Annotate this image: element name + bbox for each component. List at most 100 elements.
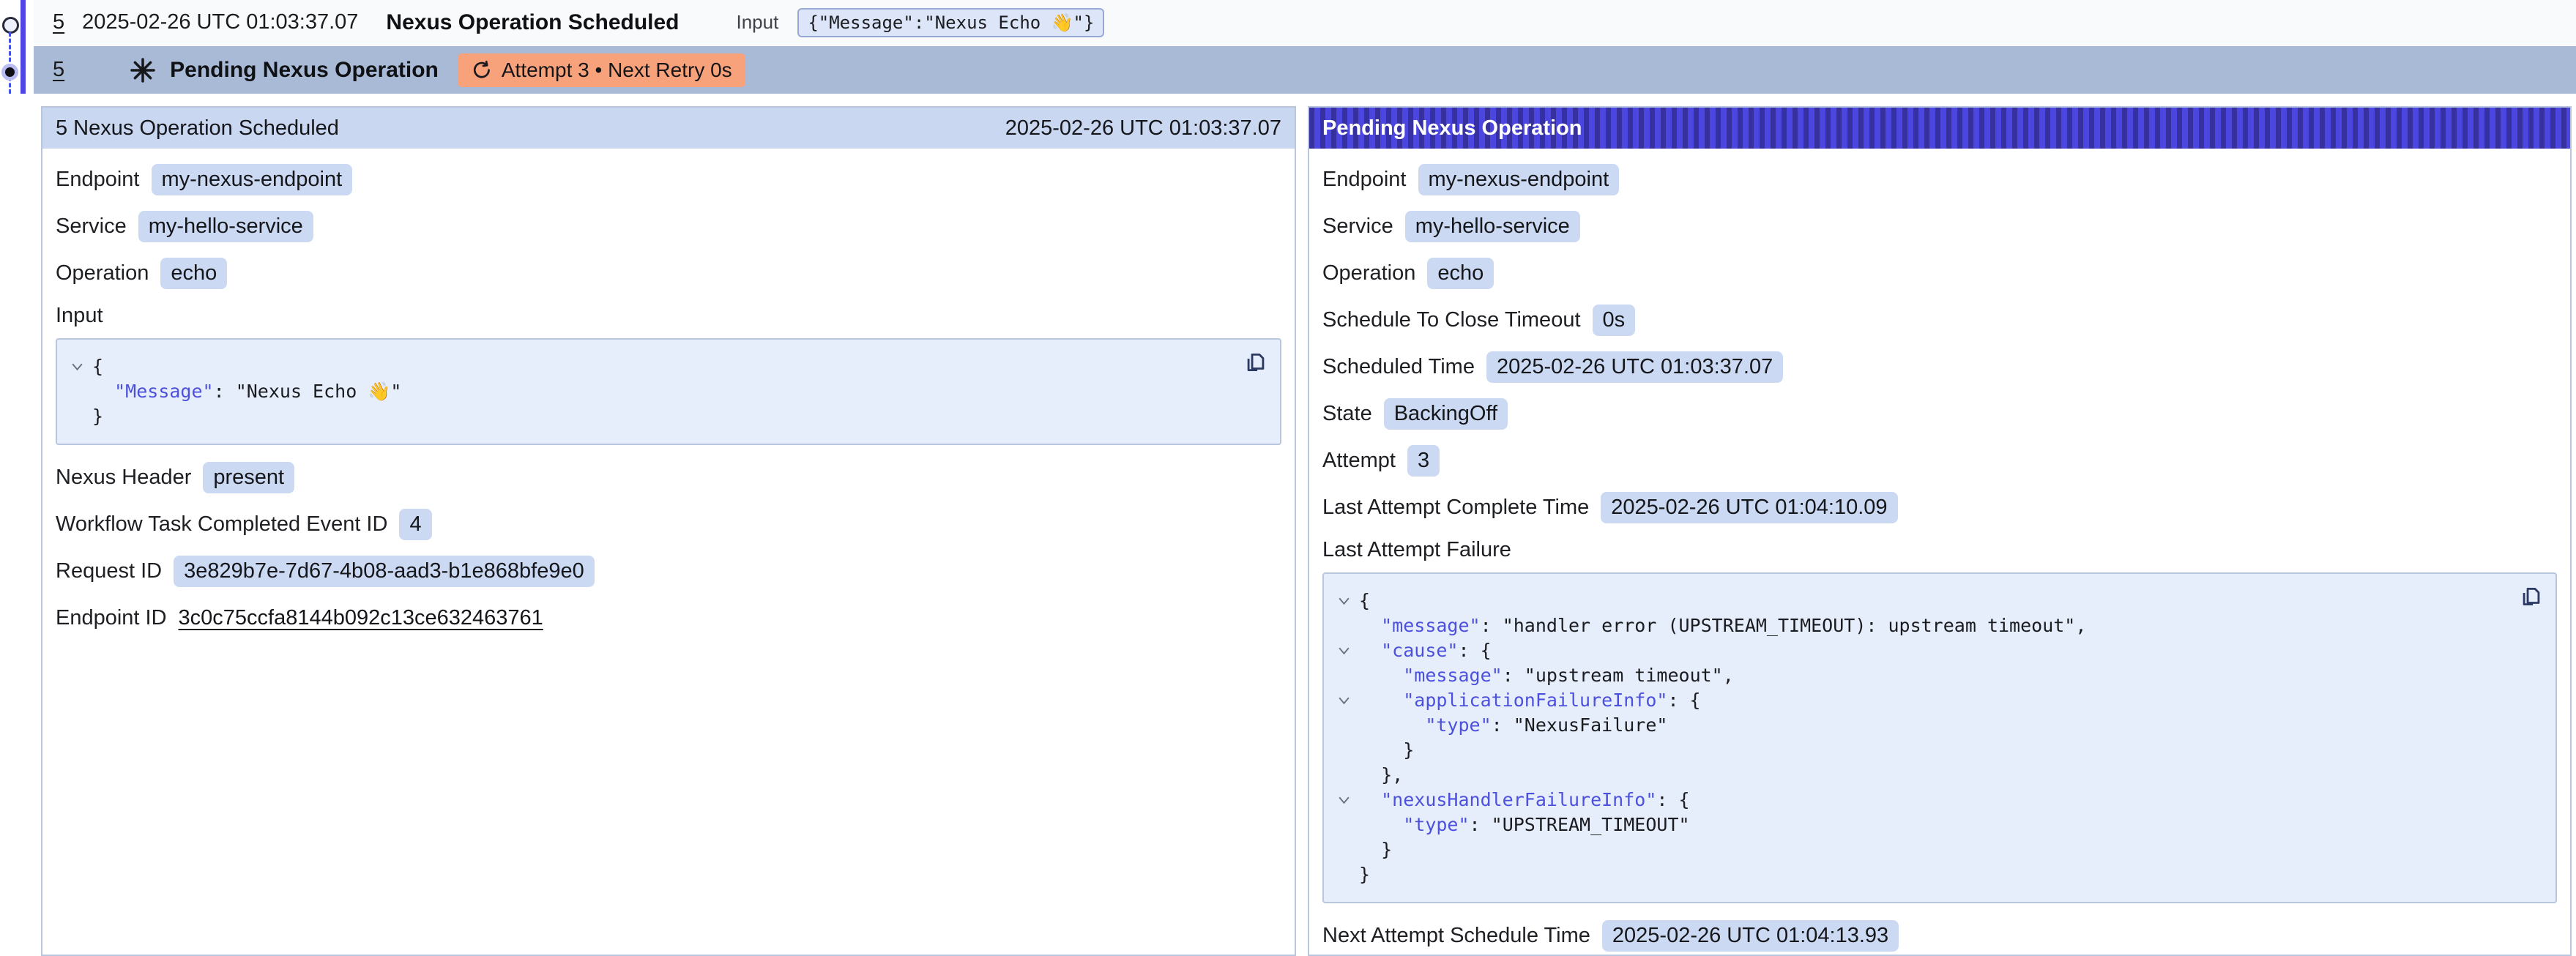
copy-icon[interactable] xyxy=(2519,584,2544,609)
input-section-label: Input xyxy=(56,304,1281,328)
failure-section-label: Last Attempt Failure xyxy=(1322,538,2557,562)
event-input-label: Input xyxy=(737,11,779,34)
pending-asterisk-icon xyxy=(129,56,157,84)
field-label: Service xyxy=(56,214,127,239)
field-value-badge: 3 xyxy=(1407,445,1440,477)
code-text: { xyxy=(1359,589,1370,613)
code-text: "type": "NexusFailure" xyxy=(1359,713,1667,738)
code-line: { xyxy=(62,354,1229,379)
attempt-retry-text: Attempt 3 • Next Retry 0s xyxy=(502,59,732,82)
input-json-lines: { "Message": "Nexus Echo 👋" xyxy=(62,354,1229,429)
field-value-badge: 2025-02-26 UTC 01:04:13.93 xyxy=(1602,920,1899,952)
field-value-badge: my-nexus-endpoint xyxy=(1418,164,1620,195)
code-text: } xyxy=(1359,862,1370,887)
event-detail-header: 5 Nexus Operation Scheduled 2025-02-26 U… xyxy=(42,108,1295,149)
field-row: Schedule To Close Timeout 0s xyxy=(1322,304,2557,336)
code-line: { xyxy=(1328,589,2504,613)
field-label: Next Attempt Schedule Time xyxy=(1322,924,1590,948)
timeline-pending-dot-icon xyxy=(1,64,18,81)
code-text: } xyxy=(1359,738,1414,763)
history-row-pending-nexus-operation[interactable]: 5 Pending Nexus Operation Attempt 3 • Ne… xyxy=(34,46,2576,94)
failure-json-lines: { "message": "handler error (UPSTREAM_TI… xyxy=(1328,589,2504,887)
code-text: { xyxy=(92,354,103,379)
field-label: Endpoint ID xyxy=(56,606,167,630)
pending-panel-header: Pending Nexus Operation xyxy=(1309,108,2570,149)
field-label: State xyxy=(1322,402,1372,426)
field-row: Workflow Task Completed Event ID 4 xyxy=(56,508,1281,540)
timeline-dashed-connector xyxy=(9,32,11,94)
field-row: State BackingOff xyxy=(1322,397,2557,430)
pending-panel-title: Pending Nexus Operation xyxy=(1322,116,1582,141)
field-value-badge: 0s xyxy=(1593,305,1636,336)
copy-icon[interactable] xyxy=(1243,350,1268,375)
code-line: "type": "UPSTREAM_TIMEOUT" xyxy=(1328,813,2504,837)
input-json-viewer: { "Message": "Nexus Echo 👋" xyxy=(56,338,1281,445)
field-value-badge: 2025-02-26 UTC 01:04:10.09 xyxy=(1601,492,1897,523)
field-row: Attempt 3 xyxy=(1322,444,2557,477)
collapse-chevron-icon[interactable] xyxy=(1328,589,1359,613)
field-value-badge: echo xyxy=(1427,258,1494,289)
event-detail-panel: 5 Nexus Operation Scheduled 2025-02-26 U… xyxy=(41,106,1296,956)
code-text: "applicationFailureInfo": { xyxy=(1359,688,1701,713)
field-label: Workflow Task Completed Event ID xyxy=(56,512,387,537)
code-line: }, xyxy=(1328,763,2504,788)
pending-id-link[interactable]: 5 xyxy=(53,58,64,82)
field-value-badge: 4 xyxy=(399,509,431,540)
field-row: Operation echo xyxy=(1322,257,2557,289)
collapse-chevron-icon[interactable] xyxy=(1328,638,1359,663)
code-line: "nexusHandlerFailureInfo": { xyxy=(1328,788,2504,813)
history-row-nexus-operation-scheduled[interactable]: 5 2025-02-26 UTC 01:03:37.07 Nexus Opera… xyxy=(34,0,2576,45)
next-attempt-row: Next Attempt Schedule Time 2025-02-26 UT… xyxy=(1322,919,2557,952)
field-value-badge: 3e829b7e-7d67-4b08-aad3-b1e868bfe9e0 xyxy=(174,556,595,587)
collapse-chevron-icon[interactable] xyxy=(1328,788,1359,813)
field-label: Scheduled Time xyxy=(1322,355,1475,379)
field-label: Operation xyxy=(1322,261,1415,285)
collapse-chevron-icon[interactable] xyxy=(1328,688,1359,713)
field-label: Service xyxy=(1322,214,1393,239)
field-value-badge: BackingOff xyxy=(1384,398,1508,430)
field-value-badge: 2025-02-26 UTC 01:03:37.07 xyxy=(1486,351,1783,383)
code-text: "cause": { xyxy=(1359,638,1492,663)
code-text: }, xyxy=(1359,763,1403,788)
field-row: Nexus Header present xyxy=(56,461,1281,493)
pending-fields: Endpoint my-nexus-endpoint Service my-he… xyxy=(1322,163,2557,523)
field-row: Scheduled Time 2025-02-26 UTC 01:03:37.0… xyxy=(1322,351,2557,383)
code-line: "cause": { xyxy=(1328,638,2504,663)
field-row: Endpoint my-nexus-endpoint xyxy=(1322,163,2557,195)
event-title: Nexus Operation Scheduled xyxy=(386,10,679,35)
field-row: Endpoint my-nexus-endpoint xyxy=(56,163,1281,195)
event-input-value-badge[interactable]: {"Message":"Nexus Echo 👋"} xyxy=(797,8,1104,37)
field-label: Operation xyxy=(56,261,149,285)
field-label: Attempt xyxy=(1322,449,1396,473)
code-line: } xyxy=(1328,837,2504,862)
code-line: "Message": "Nexus Echo 👋" xyxy=(62,379,1229,404)
attempt-retry-badge: Attempt 3 • Next Retry 0s xyxy=(458,53,745,87)
code-text: "type": "UPSTREAM_TIMEOUT" xyxy=(1359,813,1690,837)
field-row: Request ID 3e829b7e-7d67-4b08-aad3-b1e86… xyxy=(56,555,1281,587)
collapse-chevron-icon[interactable] xyxy=(62,354,92,379)
code-text: "message": "handler error (UPSTREAM_TIME… xyxy=(1359,613,2086,638)
code-line: } xyxy=(62,404,1229,429)
event-timestamp: 2025-02-26 UTC 01:03:37.07 xyxy=(82,10,358,34)
field-row: Endpoint ID 3c0c75ccfa8144b092c13ce63246… xyxy=(56,602,1281,634)
field-value-badge: my-hello-service xyxy=(138,211,313,242)
code-line: } xyxy=(1328,738,2504,763)
field-row: Operation echo xyxy=(56,257,1281,289)
field-label: Endpoint xyxy=(56,168,140,192)
field-row: Service my-hello-service xyxy=(56,210,1281,242)
retry-icon xyxy=(471,59,493,81)
code-text: } xyxy=(92,404,103,429)
field-value-badge: echo xyxy=(160,258,227,289)
code-line: "message": "upstream timeout", xyxy=(1328,663,2504,688)
timeline-event-dot-icon xyxy=(2,17,19,34)
code-line: "type": "NexusFailure" xyxy=(1328,713,2504,738)
event-detail-fields: Endpoint my-nexus-endpoint Service my-he… xyxy=(56,163,1281,289)
event-detail-title: 5 Nexus Operation Scheduled xyxy=(56,116,339,141)
field-value-badge: 3c0c75ccfa8144b092c13ce632463761 xyxy=(179,606,543,630)
field-value-badge: present xyxy=(203,462,294,493)
field-row: Last Attempt Complete Time 2025-02-26 UT… xyxy=(1322,491,2557,523)
event-detail-fields-secondary: Nexus Header present Workflow Task Compl… xyxy=(56,461,1281,634)
pending-operation-panel: Pending Nexus Operation Endpoint my-nexu… xyxy=(1308,106,2572,956)
field-label: Schedule To Close Timeout xyxy=(1322,308,1581,332)
event-id-link[interactable]: 5 xyxy=(53,10,64,34)
